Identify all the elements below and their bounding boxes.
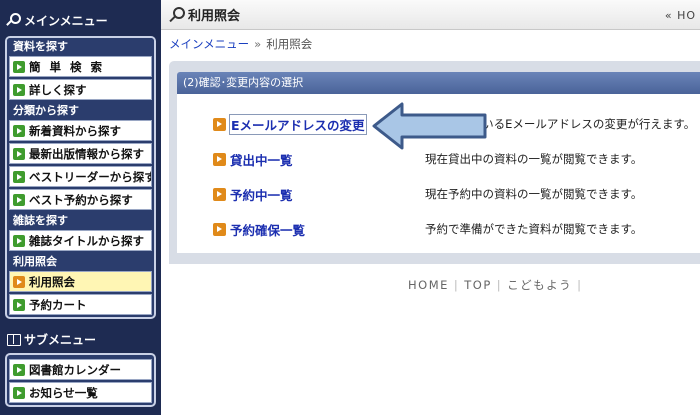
panel-heading: (2)確認･変更内容の選択: [177, 72, 700, 94]
green-arrow-icon: [13, 124, 25, 137]
option-description: 予約で準備ができた資料が閲覧できます。: [425, 222, 643, 236]
magnifier-icon: [168, 6, 186, 24]
option-row-loans: 貸出中一覧 現在貸出中の資料の一覧が閲覧できます。: [213, 150, 700, 168]
breadcrumb-main-menu[interactable]: メインメニュー: [169, 37, 249, 51]
orange-arrow-icon: [13, 275, 25, 288]
option-description: 現在予約中の資料の一覧が閲覧できます。: [425, 187, 643, 201]
menu-item-best-readers[interactable]: ベストリーダーから探す: [9, 166, 152, 187]
category-magazines: 雑誌を探す: [7, 212, 154, 230]
ready-list-link[interactable]: 予約確保一覧: [230, 220, 305, 239]
green-arrow-icon: [13, 386, 25, 399]
menu-item-notices[interactable]: お知らせ一覧: [9, 382, 152, 403]
loan-list-link[interactable]: 貸出中一覧: [230, 150, 293, 169]
page-title: 利用照会: [188, 9, 241, 24]
menu-item-new-arrivals[interactable]: 新着資料から探す: [9, 120, 152, 141]
footer-nav: HOME | TOP | こどもよう |: [408, 278, 583, 292]
title-bar: 利用照会 « HO: [161, 0, 700, 30]
green-arrow-icon: [13, 363, 25, 376]
sidebar: メインメニュー 資料を探す 簡単検索 詳しく探す 分類から探す 新着資料から探す…: [0, 0, 161, 415]
menu-item-library-calendar[interactable]: 図書館カレンダー: [9, 359, 152, 380]
option-description: 現在貸出中の資料の一覧が閲覧できます。: [425, 152, 643, 166]
orange-arrow-icon: [213, 117, 226, 131]
breadcrumb-separator: »: [254, 37, 262, 51]
email-change-link[interactable]: Eメールアドレスの変更: [229, 113, 367, 135]
option-row-reservations: 予約中一覧 現在予約中の資料の一覧が閲覧できます。: [213, 185, 700, 203]
footer-home-link[interactable]: HOME: [408, 278, 449, 292]
sub-menu-heading: サブメニュー: [0, 326, 161, 352]
green-arrow-icon: [13, 298, 25, 311]
green-arrow-icon: [13, 83, 25, 96]
menu-item-magazine-title[interactable]: 雑誌タイトルから探す: [9, 230, 152, 251]
footer-top-link[interactable]: TOP: [464, 278, 492, 292]
green-arrow-icon: [13, 170, 25, 183]
menu-item-simple-search[interactable]: 簡単検索: [9, 56, 152, 77]
home-link[interactable]: « HO: [665, 9, 696, 22]
footer-kids-link[interactable]: こどもよう: [507, 278, 572, 292]
reservation-list-link[interactable]: 予約中一覧: [230, 185, 293, 204]
sub-menu-title: サブメニュー: [24, 332, 97, 347]
menu-item-advanced-search[interactable]: 詳しく探す: [9, 79, 152, 100]
main-menu-title: メインメニュー: [24, 13, 108, 28]
main-menu-box: 資料を探す 簡単検索 詳しく探す 分類から探す 新着資料から探す 最新出版情報か…: [5, 36, 156, 319]
menu-item-reservation-cart[interactable]: 予約カート: [9, 294, 152, 315]
left-arrow-icon: [372, 102, 487, 150]
green-arrow-icon: [13, 234, 25, 247]
green-arrow-icon: [13, 60, 25, 73]
menu-item-latest-publications[interactable]: 最新出版情報から探す: [9, 143, 152, 164]
green-arrow-icon: [13, 147, 25, 160]
menu-item-best-reservations[interactable]: ベスト予約から探す: [9, 189, 152, 210]
orange-arrow-icon: [213, 222, 226, 236]
main-menu-heading: メインメニュー: [0, 7, 161, 33]
sub-menu-box: 図書館カレンダー お知らせ一覧: [5, 353, 156, 407]
category-usage: 利用照会: [7, 253, 154, 271]
orange-arrow-icon: [213, 152, 226, 166]
breadcrumb-current: 利用照会: [266, 37, 313, 51]
breadcrumb: メインメニュー » 利用照会: [169, 36, 312, 52]
magnifier-icon: [5, 12, 21, 28]
option-row-ready: 予約確保一覧 予約で準備ができた資料が閲覧できます。: [213, 220, 700, 238]
menu-item-usage-inquiry[interactable]: 利用照会: [9, 271, 152, 292]
green-arrow-icon: [13, 193, 25, 206]
category-classification: 分類から探す: [7, 102, 154, 120]
book-icon: [5, 331, 21, 347]
category-search: 資料を探す: [7, 38, 154, 56]
orange-arrow-icon: [213, 187, 226, 201]
